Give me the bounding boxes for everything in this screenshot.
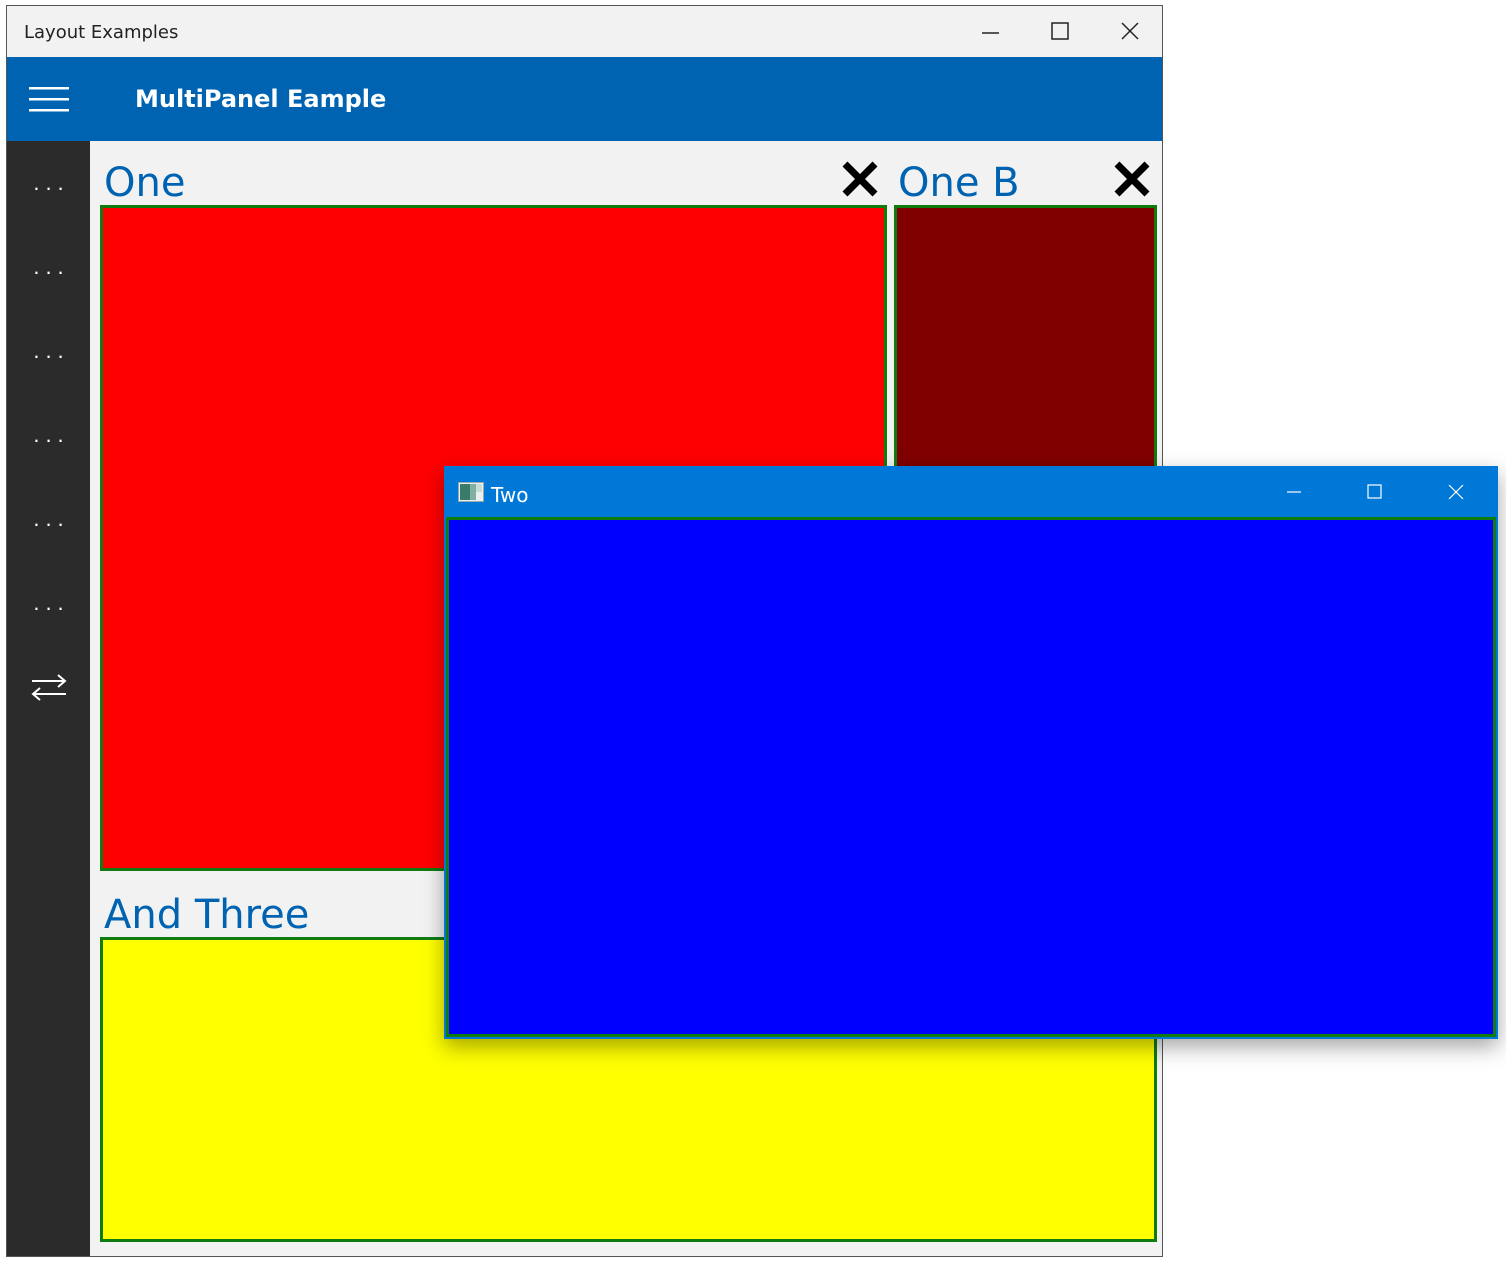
nav-item-3[interactable]: ...: [7, 309, 90, 393]
close-button[interactable]: [1095, 6, 1165, 57]
nav-item-5[interactable]: ...: [7, 477, 90, 561]
panel-one-b-title: One B: [898, 160, 1020, 206]
floating-window-title: Two: [491, 483, 529, 507]
floating-window-titlebar[interactable]: Two: [444, 466, 1498, 517]
swap-arrows-icon: [30, 674, 67, 701]
floating-window-content: [446, 517, 1496, 1037]
floating-minimize-button[interactable]: [1259, 466, 1329, 517]
nav-item-4[interactable]: ...: [7, 393, 90, 477]
more-icon: ...: [33, 422, 70, 447]
close-icon: [1448, 484, 1464, 500]
main-titlebar[interactable]: Layout Examples: [7, 6, 1162, 57]
more-icon: ...: [33, 254, 70, 279]
floating-maximize-button[interactable]: [1340, 466, 1410, 517]
maximize-button[interactable]: [1025, 6, 1095, 57]
nav-item-1[interactable]: ...: [7, 141, 90, 225]
panel-one-close-icon[interactable]: [840, 159, 880, 199]
app-bar: MultiPanel Eample: [7, 57, 1162, 141]
more-icon: ...: [33, 590, 70, 615]
maximize-icon: [1367, 484, 1382, 499]
nav-rail: ... ... ... ... ... ...: [7, 141, 90, 1256]
panel-one-title: One: [104, 160, 186, 206]
panel-three-title: And Three: [104, 892, 310, 938]
maximize-icon: [1051, 22, 1069, 40]
window-app-icon: [458, 482, 484, 502]
more-icon: ...: [33, 170, 70, 195]
window-title: Layout Examples: [24, 22, 179, 43]
nav-item-swap[interactable]: [7, 645, 90, 729]
floating-window-two: Two: [444, 466, 1498, 1039]
floating-close-button[interactable]: [1421, 466, 1491, 517]
more-icon: ...: [33, 338, 70, 363]
minimize-button[interactable]: [955, 6, 1025, 57]
nav-item-6[interactable]: ...: [7, 561, 90, 645]
minimize-icon: [982, 32, 999, 34]
close-icon: [1121, 22, 1139, 40]
nav-item-2[interactable]: ...: [7, 225, 90, 309]
panel-one-b-close-icon[interactable]: [1112, 159, 1152, 199]
more-icon: ...: [33, 506, 70, 531]
hamburger-menu-icon[interactable]: [29, 87, 69, 113]
app-title: MultiPanel Eample: [135, 85, 387, 113]
minimize-icon: [1287, 491, 1301, 493]
